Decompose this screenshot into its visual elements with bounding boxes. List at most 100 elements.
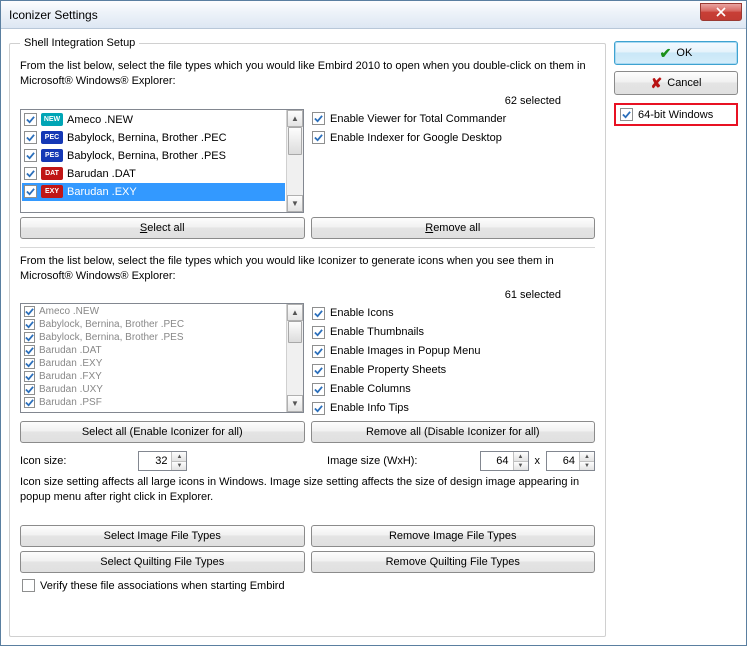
checkbox-label: Enable Info Tips: [330, 402, 409, 414]
option-checkbox-row[interactable]: Enable Columns: [312, 380, 480, 398]
selected-count-1: 62 selected: [20, 95, 595, 107]
checkbox[interactable]: [312, 326, 325, 339]
list-item[interactable]: Barudan .PSF: [22, 396, 285, 409]
option-checkbox-row[interactable]: Enable Property Sheets: [312, 361, 480, 379]
item-checkbox[interactable]: [24, 131, 37, 144]
x-separator: x: [535, 455, 541, 467]
item-label: Barudan .DAT: [39, 344, 102, 357]
checkbox[interactable]: [312, 307, 325, 320]
checkbox-label: Enable Thumbnails: [330, 326, 424, 338]
option-checkbox-row[interactable]: Enable Indexer for Google Desktop: [312, 129, 506, 147]
remove-all-iconizer-button[interactable]: Remove all (Disable Iconizer for all): [311, 421, 596, 443]
ok-button[interactable]: ✔ OK: [614, 41, 738, 65]
remove-image-types-button[interactable]: Remove Image File Types: [311, 525, 596, 547]
list-item[interactable]: Barudan .DAT: [22, 344, 285, 357]
64bit-label: 64-bit Windows: [638, 109, 713, 121]
option-checkbox-row[interactable]: Enable Info Tips: [312, 399, 480, 417]
item-checkbox[interactable]: [24, 149, 37, 162]
remove-all-button[interactable]: Remove all: [311, 217, 596, 239]
spin-up-icon[interactable]: ▲: [172, 452, 186, 462]
filetype-badge-icon: PEC: [41, 131, 63, 144]
spin-down-icon[interactable]: ▼: [514, 462, 528, 471]
select-all-iconizer-button[interactable]: Select all (Enable Iconizer for all): [20, 421, 305, 443]
verify-checkbox[interactable]: [22, 579, 35, 592]
icon-size-input[interactable]: [139, 452, 171, 470]
scroll-thumb[interactable]: [288, 127, 302, 155]
item-checkbox[interactable]: [24, 185, 37, 198]
item-checkbox[interactable]: [24, 167, 37, 180]
checkbox[interactable]: [312, 131, 325, 144]
select-quilting-types-button[interactable]: Select Quilting File Types: [20, 551, 305, 573]
scrollbar[interactable]: ▲ ▼: [286, 304, 303, 412]
checkbox-label: Enable Viewer for Total Commander: [330, 113, 506, 125]
spin-down-icon[interactable]: ▼: [172, 462, 186, 471]
list-item[interactable]: PESBabylock, Bernina, Brother .PES: [22, 147, 285, 165]
scroll-down-icon[interactable]: ▼: [287, 195, 303, 212]
close-button[interactable]: [700, 3, 742, 21]
spin-up-icon[interactable]: ▲: [580, 452, 594, 462]
option-checkbox-row[interactable]: Enable Icons: [312, 304, 480, 322]
checkbox[interactable]: [312, 383, 325, 396]
list-item[interactable]: Barudan .FXY: [22, 370, 285, 383]
filetype-list-open[interactable]: NEW Ameco .NEW PECBabylock, Bernina, Broth…: [20, 109, 304, 213]
64bit-windows-highlight: 64-bit Windows: [614, 103, 738, 126]
list-item[interactable]: DATBarudan .DAT: [22, 165, 285, 183]
item-checkbox[interactable]: [24, 345, 35, 356]
list-item[interactable]: Barudan .EXY: [22, 357, 285, 370]
spin-up-icon[interactable]: ▲: [514, 452, 528, 462]
filetype-list-icons[interactable]: Ameco .NEWBabylock, Bernina, Brother .PE…: [20, 303, 304, 413]
item-checkbox[interactable]: [24, 371, 35, 382]
item-checkbox[interactable]: [24, 306, 35, 317]
remove-quilting-types-button[interactable]: Remove Quilting File Types: [311, 551, 596, 573]
image-height-spinner[interactable]: ▲▼: [546, 451, 595, 471]
scroll-up-icon[interactable]: ▲: [287, 304, 303, 321]
verify-label: Verify these file associations when star…: [40, 580, 285, 592]
image-width-input[interactable]: [481, 452, 513, 470]
list-item[interactable]: NEW Ameco .NEW: [22, 111, 285, 129]
icon-size-label: Icon size:: [20, 455, 66, 467]
checkbox[interactable]: [312, 345, 325, 358]
item-checkbox[interactable]: [24, 397, 35, 408]
image-height-input[interactable]: [547, 452, 579, 470]
64bit-checkbox[interactable]: [620, 108, 633, 121]
list-item[interactable]: Barudan .UXY: [22, 383, 285, 396]
select-image-types-button[interactable]: Select Image File Types: [20, 525, 305, 547]
list-item[interactable]: EXYBarudan .EXY: [22, 183, 285, 201]
desc-filetypes-open: From the list below, select the file typ…: [20, 59, 595, 89]
scroll-down-icon[interactable]: ▼: [287, 395, 303, 412]
item-label: Ameco .NEW: [67, 114, 133, 126]
checkbox[interactable]: [312, 402, 325, 415]
image-width-spinner[interactable]: ▲▼: [480, 451, 529, 471]
item-checkbox[interactable]: [24, 332, 35, 343]
filetype-badge-icon: NEW: [41, 113, 63, 126]
list-item[interactable]: Babylock, Bernina, Brother .PEC: [22, 318, 285, 331]
checkbox-label: Enable Columns: [330, 383, 411, 395]
option-checkbox-row[interactable]: Enable Thumbnails: [312, 323, 480, 341]
item-checkbox[interactable]: [24, 113, 37, 126]
checkbox[interactable]: [312, 112, 325, 125]
list-item[interactable]: PECBabylock, Bernina, Brother .PEC: [22, 129, 285, 147]
option-checkbox-row[interactable]: Enable Images in Popup Menu: [312, 342, 480, 360]
checkbox-label: Enable Property Sheets: [330, 364, 446, 376]
list-item[interactable]: Babylock, Bernina, Brother .PES: [22, 331, 285, 344]
desc-filetypes-icons: From the list below, select the file typ…: [20, 254, 595, 284]
scrollbar[interactable]: ▲ ▼: [286, 110, 303, 212]
spin-down-icon[interactable]: ▼: [580, 462, 594, 471]
scroll-up-icon[interactable]: ▲: [287, 110, 303, 127]
checkbox-label: Enable Images in Popup Menu: [330, 345, 480, 357]
checkbox-label: Enable Indexer for Google Desktop: [330, 132, 502, 144]
icon-size-spinner[interactable]: ▲▼: [138, 451, 187, 471]
item-checkbox[interactable]: [24, 319, 35, 330]
list-item[interactable]: Ameco .NEW: [22, 305, 285, 318]
item-label: Barudan .EXY: [67, 186, 137, 198]
select-all-button[interactable]: Select all: [20, 217, 305, 239]
option-checkbox-row[interactable]: Enable Viewer for Total Commander: [312, 110, 506, 128]
scroll-thumb[interactable]: [288, 321, 302, 343]
item-label: Barudan .UXY: [39, 383, 103, 396]
checkbox[interactable]: [312, 364, 325, 377]
cancel-button[interactable]: ✘ Cancel: [614, 71, 738, 95]
close-icon: [716, 7, 726, 17]
item-checkbox[interactable]: [24, 358, 35, 369]
selected-count-2: 61 selected: [20, 289, 595, 301]
item-checkbox[interactable]: [24, 384, 35, 395]
